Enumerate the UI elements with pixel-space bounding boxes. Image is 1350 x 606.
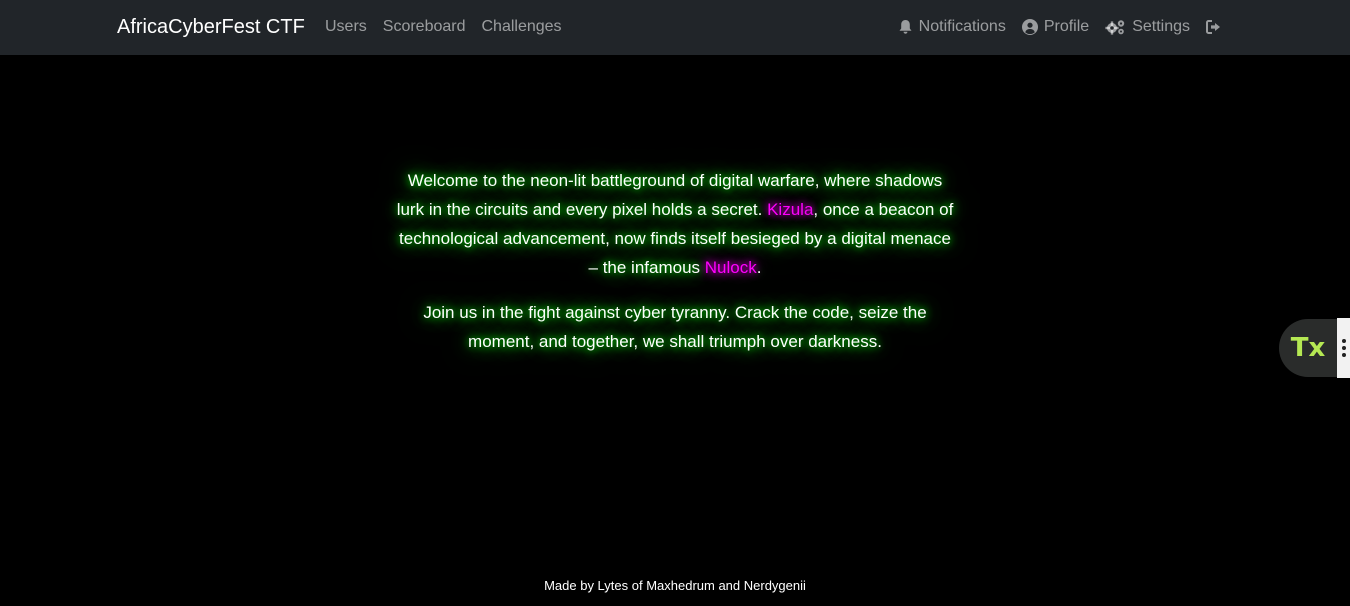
profile-link[interactable]: Profile <box>1021 17 1090 37</box>
intro-paragraph-2: Join us in the fight against cyber tyran… <box>423 303 927 351</box>
drag-handle[interactable] <box>1337 318 1350 378</box>
nav-link-users[interactable]: Users <box>325 17 367 37</box>
nav-link-scoreboard[interactable]: Scoreboard <box>383 17 466 37</box>
intro-paragraph-1: Welcome to the neon-lit battleground of … <box>395 166 955 282</box>
notifications-link[interactable]: Notifications <box>898 17 1006 37</box>
tx-floating-widget[interactable]: Tx <box>1279 318 1350 378</box>
profile-label: Profile <box>1043 18 1090 35</box>
handle-dot <box>1341 353 1346 357</box>
notifications-label: Notifications <box>918 18 1006 35</box>
tx-button[interactable]: Tx <box>1279 319 1337 377</box>
intro-p1-part-c: . <box>756 258 762 277</box>
nav-right: Notifications Profile Settings <box>898 17 1222 37</box>
handle-dot <box>1341 339 1346 343</box>
nulock-highlight: Nulock <box>704 258 757 277</box>
settings-link[interactable]: Settings <box>1105 17 1190 37</box>
bell-icon <box>899 20 912 34</box>
handle-dot <box>1341 346 1346 350</box>
footer-credits: Made by Lytes of Maxhedrum and Nerdygeni… <box>544 578 806 593</box>
nav-link-challenges[interactable]: Challenges <box>482 17 562 37</box>
user-circle-icon <box>1021 19 1038 35</box>
kizula-highlight: Kizula <box>767 200 814 219</box>
sign-out-icon <box>1206 20 1220 34</box>
intro-text: Welcome to the neon-lit battleground of … <box>395 166 955 372</box>
gears-icon <box>1105 20 1125 35</box>
logout-link[interactable] <box>1206 19 1222 35</box>
nav-links: Users Scoreboard Challenges <box>325 17 562 37</box>
top-navbar: AfricaCyberFest CTF Users Scoreboard Cha… <box>0 0 1350 55</box>
settings-label: Settings <box>1132 18 1190 35</box>
brand-link[interactable]: AfricaCyberFest CTF <box>117 15 305 39</box>
